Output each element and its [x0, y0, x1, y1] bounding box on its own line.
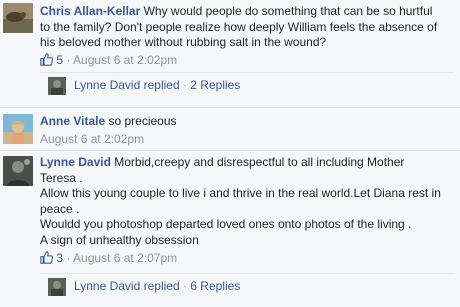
comment-timestamp[interactable]: August 6 at 2:07pm: [73, 251, 177, 265]
comment-text: Wouldd you photoshop departed loved ones…: [40, 217, 412, 232]
comment-line: Lynne David Morbid,creepy and disrespect…: [40, 155, 456, 171]
comment-author[interactable]: Chris Allan-Kellar: [40, 4, 140, 18]
comment-chris: Chris Allan-Kellar Why would people do s…: [0, 0, 460, 97]
comment-anne: Anne Vitale so precieous August 6 at 2:0…: [0, 108, 460, 150]
comment-text: his beloved mother without rubbing salt …: [40, 35, 327, 50]
comment-text: to the family? Don't people realize how …: [40, 19, 438, 34]
comment-text: A sign of unhealthy obsession: [40, 232, 199, 247]
comment-line: Anne Vitale so precieous: [40, 114, 456, 130]
reply-count[interactable]: 2 Replies: [190, 78, 240, 92]
comment-lynne: Lynne David Morbid,creepy and disrespect…: [0, 151, 460, 307]
reply-author[interactable]: Lynne David replied: [74, 279, 180, 293]
reply-author[interactable]: Lynne David replied: [74, 78, 180, 92]
like-button[interactable]: [40, 250, 56, 265]
reply-text[interactable]: Lynne David replied · 2 Replies: [74, 78, 240, 93]
reply-separator: ·: [179, 78, 191, 92]
reply-separator: ·: [179, 279, 191, 293]
comment-meta: 3 · August 6 at 2:07pm: [40, 251, 456, 266]
comment-text: so precieous: [105, 114, 177, 128]
reply-summary[interactable]: Lynne David replied · 6 Replies: [40, 273, 455, 298]
thumbs-up-icon: [40, 53, 54, 66]
reply-text[interactable]: Lynne David replied · 6 Replies: [74, 279, 240, 294]
avatar-lynne[interactable]: [3, 156, 33, 186]
comment-author[interactable]: Anne Vitale: [40, 114, 105, 128]
reply-count[interactable]: 6 Replies: [190, 279, 240, 293]
meta-separator: ·: [63, 250, 74, 265]
comment-text: Teresa .: [40, 170, 83, 185]
comment-text: Allow this young couple to live i and th…: [40, 186, 441, 201]
reply-summary[interactable]: Lynne David replied · 2 Replies: [40, 72, 455, 97]
avatar-lynne-mini: [48, 278, 66, 296]
comment-meta: 5 · August 6 at 2:02pm: [40, 53, 456, 68]
avatar-anne[interactable]: [3, 114, 33, 144]
comment-meta: August 6 at 2:02pm: [40, 132, 456, 147]
comment-author[interactable]: Lynne David: [40, 155, 111, 169]
comment-text: peace .: [40, 201, 80, 216]
comment-body: Anne Vitale so precieous August 6 at 2:0…: [40, 114, 456, 147]
meta-separator: ·: [63, 52, 74, 67]
comment-body: Chris Allan-Kellar Why would people do s…: [40, 4, 456, 68]
comment-body: Lynne David Morbid,creepy and disrespect…: [40, 155, 456, 266]
avatar-chris[interactable]: [3, 3, 33, 33]
comment-timestamp[interactable]: August 6 at 2:02pm: [73, 53, 177, 67]
comment-text: Why would people do something that can b…: [140, 4, 433, 18]
like-button[interactable]: [40, 53, 56, 67]
comment-line: Chris Allan-Kellar Why would people do s…: [40, 4, 456, 20]
comment-timestamp[interactable]: August 6 at 2:02pm: [40, 132, 144, 146]
comment-text: Morbid,creepy and disrespectful to all i…: [110, 155, 405, 169]
avatar-lynne-mini: [48, 77, 66, 95]
thumbs-up-icon: [40, 250, 54, 264]
